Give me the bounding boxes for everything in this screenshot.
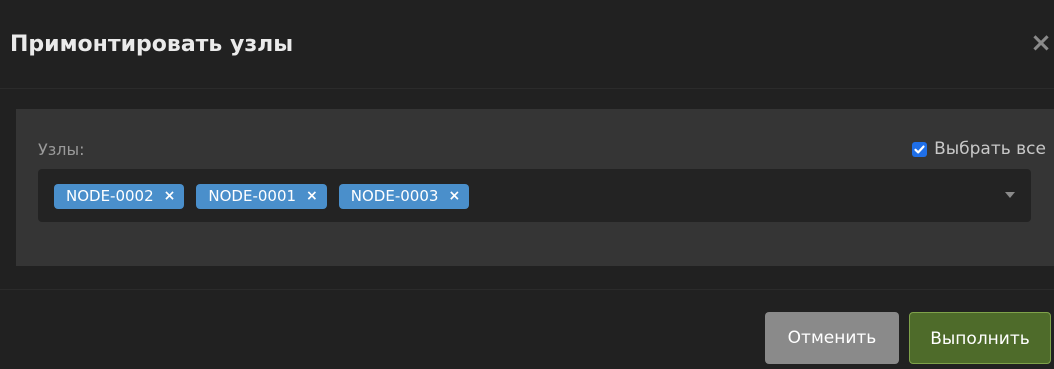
dialog-body: Узлы: Выбрать все NODE-0002 × NODE-0001 …	[0, 89, 1054, 289]
tag-remove-icon[interactable]: ×	[448, 184, 460, 209]
nodes-label: Узлы:	[38, 140, 85, 159]
cancel-button[interactable]: Отменить	[765, 312, 899, 364]
tag-remove-icon[interactable]: ×	[164, 184, 176, 209]
select-all-toggle[interactable]: Выбрать все	[912, 138, 1046, 160]
dialog-footer: Отменить Выполнить	[0, 289, 1054, 369]
chevron-down-icon[interactable]	[1005, 192, 1015, 198]
dialog-header: Примонтировать узлы ×	[0, 0, 1054, 89]
tag-remove-icon[interactable]: ×	[306, 184, 318, 209]
tag-node-0001: NODE-0001 ×	[196, 184, 327, 209]
nodes-multiselect[interactable]: NODE-0002 × NODE-0001 × NODE-0003 ×	[38, 169, 1031, 222]
tag-node-0002: NODE-0002 ×	[54, 184, 185, 209]
mount-nodes-dialog: Примонтировать узлы × Узлы: Выбрать все …	[0, 0, 1054, 369]
dialog-title: Примонтировать узлы	[10, 32, 294, 57]
tag-label: NODE-0002	[66, 187, 154, 205]
run-button[interactable]: Выполнить	[909, 312, 1051, 364]
tag-node-0003: NODE-0003 ×	[338, 184, 470, 209]
tag-label: NODE-0003	[350, 187, 439, 205]
checkmark-icon	[914, 145, 925, 153]
selected-tags: NODE-0002 × NODE-0001 × NODE-0003 ×	[54, 184, 470, 209]
tag-label: NODE-0001	[208, 187, 297, 205]
nodes-panel: Узлы: Выбрать все NODE-0002 × NODE-0001 …	[16, 109, 1054, 266]
close-icon[interactable]: ×	[1030, 30, 1052, 56]
select-all-label: Выбрать все	[934, 139, 1046, 159]
select-all-checkbox[interactable]	[912, 141, 928, 157]
